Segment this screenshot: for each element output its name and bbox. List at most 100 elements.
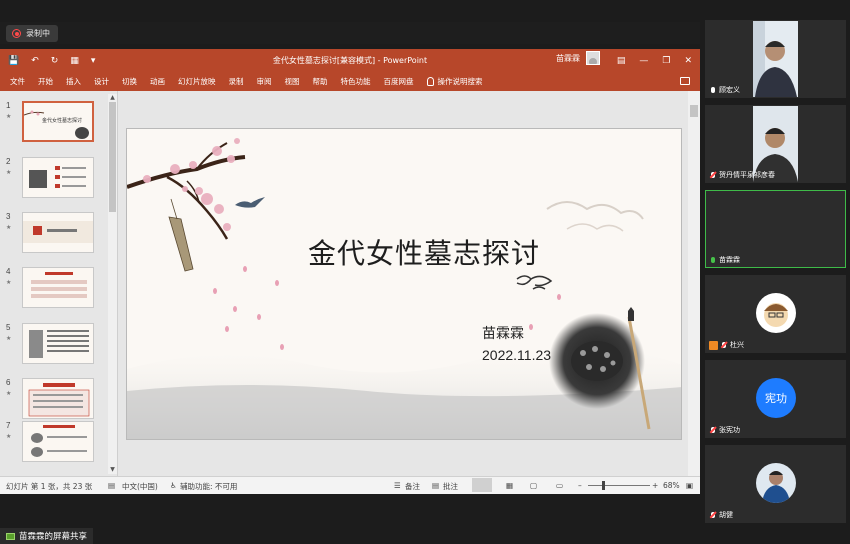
participant-initials: 宪功 [765, 392, 787, 405]
participant-label: 苗霖霖 [709, 255, 740, 265]
participant-name: 贺丹情平泉祁彦春 [719, 171, 775, 179]
accessibility-status[interactable]: 辅助功能: 不可用 [180, 481, 237, 492]
photo-avatar-icon [756, 463, 796, 503]
participant-name: 苗霖霖 [719, 256, 740, 264]
thumbnail-row[interactable]: 1 ★ 金代女性墓志探讨 [0, 101, 108, 151]
notes-icon[interactable]: ☰ [394, 481, 401, 490]
thumbnail-title: 金代女性墓志探讨 [42, 118, 83, 124]
notes-button[interactable]: 备注 [405, 481, 420, 492]
thumbnail-content-art [29, 166, 86, 188]
slide-thumbnail[interactable]: 金代女性墓志探讨 [22, 101, 94, 142]
screen-share-banner[interactable]: 苗霖霖的屏幕共享 [0, 528, 94, 544]
microphone-muted-icon [709, 426, 717, 435]
ribbon-display-icon[interactable]: ▤ [617, 56, 626, 66]
transition-star-icon: ★ [6, 113, 12, 120]
account-name: 苗霖霖 [556, 53, 580, 63]
tab-help[interactable]: 帮助 [313, 76, 328, 87]
thumbnail-number: 6 [6, 378, 11, 387]
account-area[interactable]: 苗霖霖 [556, 51, 600, 65]
comments-status-icon[interactable]: ▤ [432, 481, 439, 490]
tab-slideshow[interactable]: 幻灯片放映 [178, 76, 216, 87]
slideshow-icon[interactable]: ▭ [556, 481, 563, 490]
tab-insert[interactable]: 插入 [66, 76, 81, 87]
participant-tile-active[interactable]: 苗霖霖 [705, 190, 846, 268]
transition-star-icon: ★ [6, 224, 12, 231]
thumbnail-row[interactable]: 7 ★ [0, 421, 108, 471]
screen-share-icon [6, 532, 15, 540]
scroll-down-icon[interactable]: ▼ [108, 466, 117, 474]
slide-title[interactable]: 金代女性墓志探讨 [127, 232, 681, 272]
close-icon[interactable]: ✕ [684, 56, 692, 66]
minimize-icon[interactable]: — [639, 56, 648, 66]
spellcheck-icon[interactable]: ▤ [108, 481, 115, 490]
slide-thumbnail[interactable] [22, 157, 94, 198]
restore-icon[interactable]: ❐ [662, 56, 670, 66]
participant-tile[interactable]: 宪功 张宪功 [705, 360, 846, 438]
thumbnail-row[interactable]: 3 ★ [0, 212, 108, 262]
normal-view-icon[interactable] [472, 478, 492, 492]
participant-video [753, 21, 798, 97]
slide-thumbnail[interactable] [22, 212, 94, 253]
comments-icon[interactable] [680, 77, 690, 85]
tab-record[interactable]: 录制 [229, 76, 244, 87]
slide-thumbnail[interactable] [22, 421, 94, 462]
transition-star-icon: ★ [6, 335, 12, 342]
slide-author[interactable]: 苗霖霖 [482, 323, 524, 343]
zoom-slider-track[interactable] [588, 485, 650, 486]
microphone-muted-icon [709, 171, 717, 180]
participant-name: 张宪功 [719, 426, 740, 434]
tab-file[interactable]: 文件 [10, 76, 25, 87]
tab-transitions[interactable]: 切换 [122, 76, 137, 87]
participant-avatar [756, 463, 796, 503]
thumbnail-scrollbar[interactable]: ▲ ▼ [108, 94, 117, 474]
slide-scroll-thumb[interactable] [690, 105, 698, 117]
tab-view[interactable]: 视图 [285, 76, 300, 87]
zoom-level[interactable]: 68% [663, 481, 680, 490]
participant-tile[interactable]: 贺丹情平泉祁彦春 [705, 105, 846, 183]
microphone-muted-icon [720, 341, 728, 350]
zoom-in-icon[interactable]: + [652, 481, 658, 490]
thumbnail-row[interactable]: 4 ★ [0, 267, 108, 317]
thumbnail-list-art [31, 272, 87, 298]
slide-thumbnail[interactable] [22, 267, 94, 308]
tell-me-search[interactable]: 操作说明搜索 [426, 76, 483, 87]
participant-avatar [756, 293, 796, 333]
tab-review[interactable]: 审阅 [257, 76, 272, 87]
scroll-up-icon[interactable]: ▲ [108, 94, 117, 102]
participant-tile[interactable]: 胡健 [705, 445, 846, 523]
slide-thumbnail[interactable] [22, 323, 94, 364]
fit-slide-icon[interactable]: ▣ [686, 481, 693, 490]
participant-label: 顾宏义 [709, 85, 740, 95]
tab-animations[interactable]: 动画 [150, 76, 165, 87]
slide-scrollbar[interactable] [688, 91, 700, 476]
tab-baidu-netdisk[interactable]: 百度网盘 [384, 76, 414, 87]
language-status[interactable]: 中文(中国) [122, 481, 158, 492]
accessibility-icon[interactable]: ♿ [170, 481, 177, 490]
record-icon [12, 29, 21, 38]
thumbnail-number: 7 [6, 421, 11, 430]
comments-button[interactable]: 批注 [443, 481, 458, 492]
tab-features[interactable]: 特色功能 [341, 76, 371, 87]
reading-view-icon[interactable]: ▢ [530, 481, 537, 490]
thumbnail-row[interactable]: 2 ★ [0, 157, 108, 207]
ribbon-tabs: 文件 开始 插入 设计 切换 动画 幻灯片放映 录制 审阅 视图 帮助 特色功能… [0, 72, 700, 91]
participant-name: 杜兴 [730, 341, 744, 349]
participant-tile[interactable]: 杜兴 [705, 275, 846, 353]
participant-tile[interactable]: 顾宏义 [705, 20, 846, 98]
recording-indicator[interactable]: 录制中 [6, 25, 58, 42]
participant-initials-avatar: 宪功 [756, 378, 796, 418]
thumbnail-row[interactable]: 5 ★ [0, 323, 108, 373]
slide-date[interactable]: 2022.11.23 [482, 347, 551, 363]
thumbnail-scroll-thumb[interactable] [109, 102, 116, 212]
zoom-out-icon[interactable]: – [578, 481, 582, 490]
current-slide[interactable]: 金代女性墓志探讨 苗霖霖 2022.11.23 [126, 128, 682, 440]
slide-thumbnail[interactable] [22, 378, 94, 419]
tab-home[interactable]: 开始 [38, 76, 53, 87]
participant-name: 胡健 [719, 511, 733, 519]
tab-design[interactable]: 设计 [94, 76, 109, 87]
slide-sorter-icon[interactable]: ▦ [506, 481, 513, 490]
zoom-slider-handle[interactable] [602, 481, 605, 490]
slide-editing-area: 金代女性墓志探讨 苗霖霖 2022.11.23 [118, 91, 688, 476]
account-avatar-icon[interactable] [586, 51, 600, 65]
slide-thumbnail-pane: 1 ★ 金代女性墓志探讨 2 ★ 3 ★ 4 ★ 5 ★ 6 ★ 7 ★ ▲ ▼ [0, 91, 118, 476]
